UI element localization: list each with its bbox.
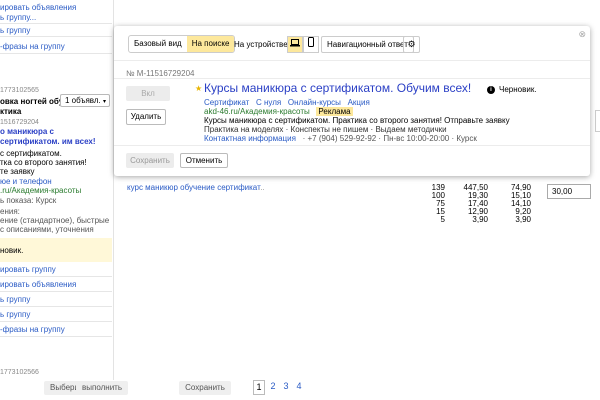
ad-id-fragment: 1516729204 (0, 119, 39, 126)
page-2[interactable]: 2 (268, 380, 278, 395)
link-edit-group[interactable]: ировать группу (0, 265, 56, 274)
link-edit-ads-2[interactable]: ировать объявления (0, 280, 76, 289)
link-group-3[interactable]: ь группу (0, 310, 30, 319)
gear-icon[interactable]: ⚙ (403, 36, 420, 53)
ad-display-url[interactable]: akd-46.ru/Академия-красоты (204, 107, 310, 116)
laptop-icon[interactable] (287, 36, 303, 53)
bottom-save-button[interactable]: Сохранить (179, 381, 231, 395)
ad-id: № M-11516729204 (126, 69, 195, 78)
ad-url-row: akd-46.ru/Академия-красоты Реклама (204, 107, 353, 116)
link-group-more[interactable]: ь группу... (0, 13, 36, 22)
ad-body-text: Курсы маникюра с сертификатом. Практика … (204, 116, 510, 125)
link-group[interactable]: ь группу (0, 26, 30, 35)
device-label: На устройстве (234, 40, 288, 49)
close-icon[interactable]: ⊗ (578, 29, 586, 40)
ad-contacts-row: Контактная информация · +7 (904) 529-92-… (204, 134, 477, 143)
page-3[interactable]: 3 (281, 380, 291, 395)
ad-badge: Реклама (316, 107, 353, 116)
stats-col-3: 74,90 15,10 14,10 9,20 3,90 (503, 184, 531, 224)
divider (114, 78, 590, 79)
navigation-answer-button[interactable]: Навигационный ответ (321, 36, 414, 53)
ad-text-line3: те заявку (0, 167, 35, 176)
page-1[interactable]: 1 (253, 380, 265, 395)
contact-details: · +7 (904) 529-92-92 · Пн-вс 10:00-20:00… (302, 134, 477, 143)
sitelink[interactable]: Акция (348, 98, 370, 107)
cancel-button[interactable]: Отменить (180, 153, 228, 168)
ad-callouts: Практика на моделях · Конспекты не пишем… (204, 125, 447, 134)
star-icon: ★ (195, 84, 203, 93)
draft-status: Черновик. (499, 85, 537, 94)
strategy-label: ения: (0, 207, 20, 216)
ad-preview-title[interactable]: Курсы маникюра с сертификатом. Обучим вс… (204, 81, 471, 95)
sitelink[interactable]: Сертификат (204, 98, 249, 107)
group-id-3: 1773102566 (0, 369, 39, 376)
delete-button[interactable]: Удалить (126, 109, 166, 125)
ad-preview-modal: ⊗ Базовый вид На поиске На устройстве На… (114, 26, 590, 176)
scroll-edge (595, 110, 600, 132)
sitelink[interactable]: С нуля (256, 98, 281, 107)
save-button[interactable]: Сохранить (126, 153, 174, 168)
contact-info-link[interactable]: Контактная информация (204, 134, 296, 143)
mobile-phone-icon[interactable] (303, 36, 319, 53)
tab-on-search[interactable]: На поиске (186, 36, 235, 52)
ad-text-line2: тка со второго занятия! (0, 158, 87, 167)
divider (114, 60, 590, 61)
status-box: новик. (0, 238, 112, 262)
quick-link[interactable]: юе и телефон (0, 177, 52, 186)
link-phrases-to-group-2[interactable]: -фразы на группу (0, 325, 65, 334)
ads-count-label: 1 объявл. (65, 96, 101, 105)
ad-title-fragment[interactable]: о маникюра с сертификатом. им всех! (0, 127, 112, 147)
strategy-line1: ение (стандартное), быстрые (0, 216, 110, 225)
bid-input[interactable] (547, 184, 591, 199)
ad-sitelinks: Сертификат С нуля Онлайн-курсы Акция (204, 98, 370, 107)
ad-text-line1: с сертификатом. (0, 149, 62, 158)
ads-count-button[interactable]: 1 объявл. ▾ (60, 94, 110, 107)
chevron-down-icon: ▾ (102, 99, 106, 105)
keyword-more[interactable]: ... (258, 183, 265, 192)
page-4[interactable]: 4 (294, 380, 304, 395)
bottom-toolbar: Выберите ⌄ выполнить Сохранить 1 2 3 4 (0, 377, 600, 400)
cell: 5 (440, 215, 445, 224)
divider (114, 145, 590, 146)
group-subname: ктика (0, 107, 22, 116)
sitelink[interactable]: Онлайн-курсы (288, 98, 341, 107)
stats-col-1: 139 100 75 15 5 (420, 184, 445, 224)
status-text: новик. (0, 246, 24, 255)
apply-button[interactable]: выполнить (76, 381, 128, 395)
tab-basic-view[interactable]: Базовый вид (129, 36, 187, 52)
cell: 3,90 (472, 215, 488, 224)
display-url: .ru/Академия-красоты (0, 186, 82, 195)
toggle-button[interactable]: Вкл (126, 86, 170, 101)
group-id: 1773102565 (0, 87, 39, 94)
link-phrases-to-group[interactable]: -фразы на группу (0, 42, 65, 51)
cell: 3,90 (515, 215, 531, 224)
link-group-2[interactable]: ь группу (0, 295, 30, 304)
strategy-line2: с описаниями, уточнения (0, 225, 94, 234)
view-tabs: Базовый вид На поиске (128, 35, 236, 53)
keyword-phrase[interactable]: курс маникюр обучение сертификат (127, 183, 261, 192)
info-icon: i (487, 86, 495, 94)
region-text: ь показа: Курск (0, 196, 57, 205)
link-edit-ads[interactable]: ировать объявления (0, 3, 76, 12)
stats-col-2: 447,50 19,30 17,40 12,90 3,90 (460, 184, 488, 224)
